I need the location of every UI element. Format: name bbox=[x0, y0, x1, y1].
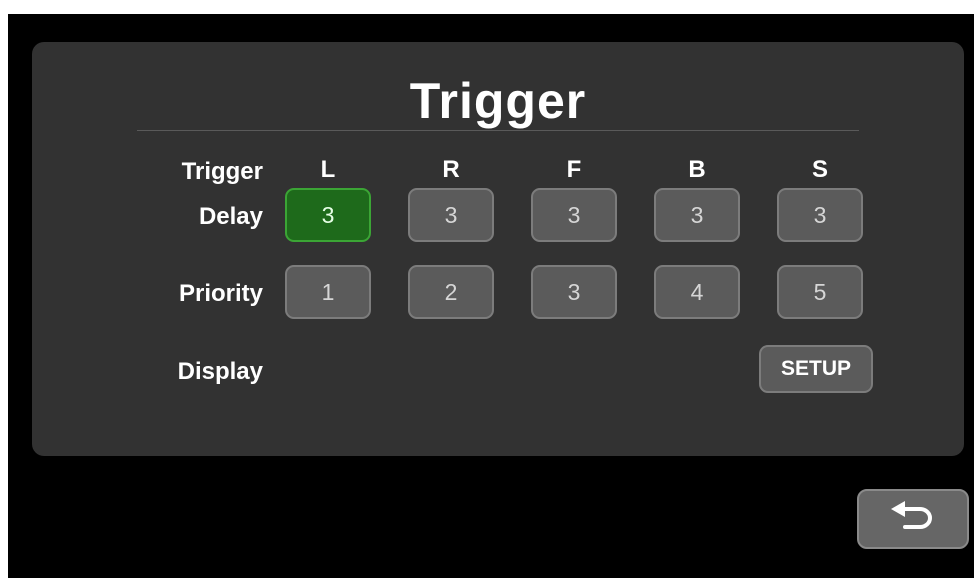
delay-button-b[interactable]: 3 bbox=[654, 188, 740, 242]
column-header-s: S bbox=[811, 156, 828, 183]
row-label-priority: Priority bbox=[178, 280, 263, 307]
delay-button-r[interactable]: 3 bbox=[408, 188, 494, 242]
screen: Trigger Trigger Delay Priority Display L… bbox=[8, 14, 974, 578]
return-arrow-icon bbox=[887, 500, 939, 539]
delay-button-l[interactable]: 3 bbox=[285, 188, 371, 242]
title-divider bbox=[137, 130, 859, 131]
row-label-delay: Delay bbox=[198, 203, 263, 230]
priority-button-f[interactable]: 3 bbox=[531, 265, 617, 319]
delay-button-f[interactable]: 3 bbox=[531, 188, 617, 242]
display-setup-button[interactable]: SETUP bbox=[759, 345, 873, 393]
column-header-l: L bbox=[320, 156, 336, 183]
column-header-b: B bbox=[688, 156, 706, 183]
trigger-panel: Trigger Trigger Delay Priority Display L… bbox=[32, 42, 964, 456]
delay-button-s[interactable]: 3 bbox=[777, 188, 863, 242]
priority-button-b[interactable]: 4 bbox=[654, 265, 740, 319]
column-header-r: R bbox=[442, 156, 460, 183]
priority-button-s[interactable]: 5 bbox=[777, 265, 863, 319]
page-title: Trigger bbox=[409, 73, 587, 129]
row-label-trigger: Trigger bbox=[181, 158, 263, 185]
priority-button-l[interactable]: 1 bbox=[285, 265, 371, 319]
back-button[interactable] bbox=[857, 489, 969, 549]
priority-button-r[interactable]: 2 bbox=[408, 265, 494, 319]
row-label-display: Display bbox=[177, 358, 263, 385]
column-header-f: F bbox=[566, 156, 582, 183]
